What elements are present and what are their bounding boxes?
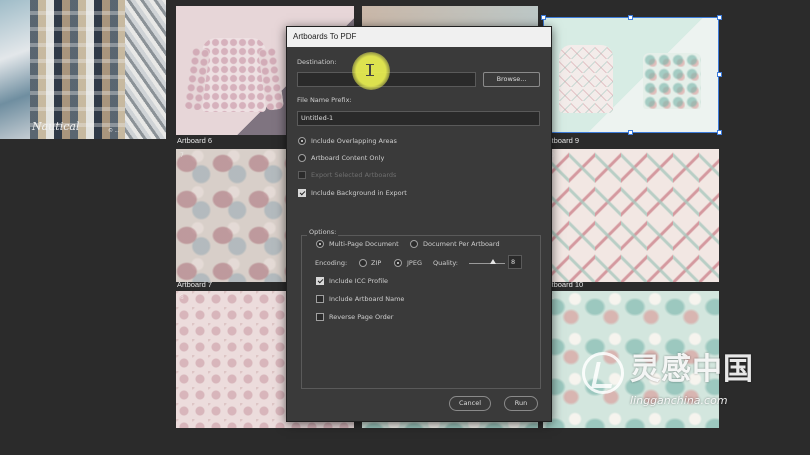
include-artboard-name-checkbox[interactable] (316, 295, 324, 303)
moodboard-credit: © ... (108, 128, 120, 134)
artboard-content-only-radio[interactable] (298, 154, 306, 162)
destination-label: Destination: (297, 58, 337, 66)
watermark: 灵感中国 lingganchina.com (582, 352, 792, 412)
artboard-7-label: Artboard 7 (177, 280, 213, 289)
quality-slider-thumb[interactable] (490, 259, 496, 264)
include-artboard-name-label: Include Artboard Name (329, 295, 405, 303)
per-artboard-radio[interactable] (410, 240, 418, 248)
reverse-page-order-checkbox[interactable] (316, 313, 324, 321)
multi-page-radio[interactable] (316, 240, 324, 248)
selection-handle[interactable] (541, 15, 546, 20)
cancel-button[interactable]: Cancel (449, 396, 491, 411)
zip-label: ZIP (371, 259, 382, 267)
multi-page-label: Multi-Page Document (329, 240, 399, 248)
encoding-label: Encoding: (315, 259, 348, 267)
artboard-9-selection-frame (543, 17, 719, 133)
file-name-prefix-field[interactable]: Untitled-1 (297, 111, 540, 126)
selection-handle[interactable] (717, 72, 722, 77)
selection-handle[interactable] (628, 15, 633, 20)
selection-handle[interactable] (628, 130, 633, 135)
jpeg-radio[interactable] (394, 259, 402, 267)
per-artboard-label: Document Per Artboard (423, 240, 500, 248)
include-background-label: Include Background in Export (311, 189, 407, 197)
browse-button[interactable]: Browse... (483, 72, 540, 87)
quality-value-field[interactable]: 8 (508, 255, 522, 269)
run-button[interactable]: Run (504, 396, 538, 411)
artboard-6-label: Artboard 6 (177, 136, 213, 145)
jpeg-label: JPEG (407, 259, 422, 267)
artboard-content-only-label: Artboard Content Only (311, 154, 385, 162)
watermark-logo-icon (582, 352, 624, 394)
quality-label: Quality: (433, 259, 458, 267)
include-background-checkbox[interactable] (298, 189, 306, 197)
options-label: Options: (307, 228, 339, 236)
include-overlapping-radio[interactable] (298, 137, 306, 145)
include-icc-label: Include ICC Profile (329, 277, 388, 285)
dialog-title: Artboards To PDF (287, 27, 551, 47)
export-selected-label: Export Selected Artboards (311, 171, 397, 179)
sweater-image (202, 38, 266, 112)
watermark-chinese-text: 灵感中国 (630, 352, 754, 387)
reverse-page-order-label: Reverse Page Order (329, 313, 394, 321)
watermark-url: lingganchina.com (630, 394, 728, 407)
artboard-top-middle[interactable] (362, 6, 538, 26)
zip-radio[interactable] (359, 259, 367, 267)
artboard-10[interactable]: 10 (543, 149, 719, 282)
cursor-highlight (352, 52, 390, 90)
selection-handle[interactable] (717, 15, 722, 20)
include-icc-checkbox[interactable] (316, 277, 324, 285)
export-selected-checkbox[interactable] (298, 171, 306, 179)
quality-slider-track[interactable] (469, 263, 505, 264)
file-name-prefix-label: File Name Prefix: (297, 96, 352, 104)
artboards-to-pdf-dialog: Artboards To PDF Destination: Browse... … (286, 26, 552, 422)
moodboard-thumbnail[interactable]: Nautical © ... (0, 0, 166, 139)
selection-handle[interactable] (717, 130, 722, 135)
moodboard-script-text: Nautical (32, 120, 80, 133)
include-overlapping-label: Include Overlapping Areas (311, 137, 397, 145)
